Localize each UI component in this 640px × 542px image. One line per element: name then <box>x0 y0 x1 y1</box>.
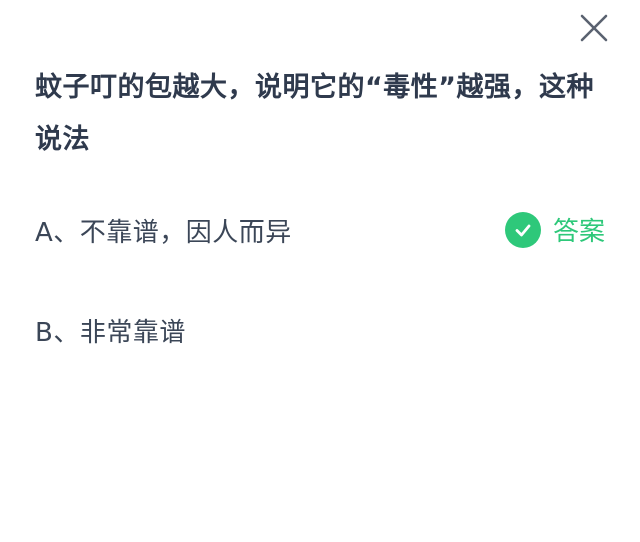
check-circle-icon <box>504 211 541 248</box>
answer-label: 答案 <box>552 217 605 247</box>
close-icon <box>580 14 608 42</box>
close-button[interactable] <box>574 8 614 48</box>
question-text: 蚊子叮的包越大，说明它的“毒性”越强，这种说法 <box>35 72 594 155</box>
option-a[interactable]: A、不靠谱，因人而异 答案 <box>35 205 605 255</box>
option-a-label: A、不靠谱，因人而异 <box>35 217 292 248</box>
answer-badge: 答案 <box>504 211 605 248</box>
option-b[interactable]: B、非常靠谱 <box>35 305 605 355</box>
option-b-label: B、非常靠谱 <box>35 317 186 348</box>
